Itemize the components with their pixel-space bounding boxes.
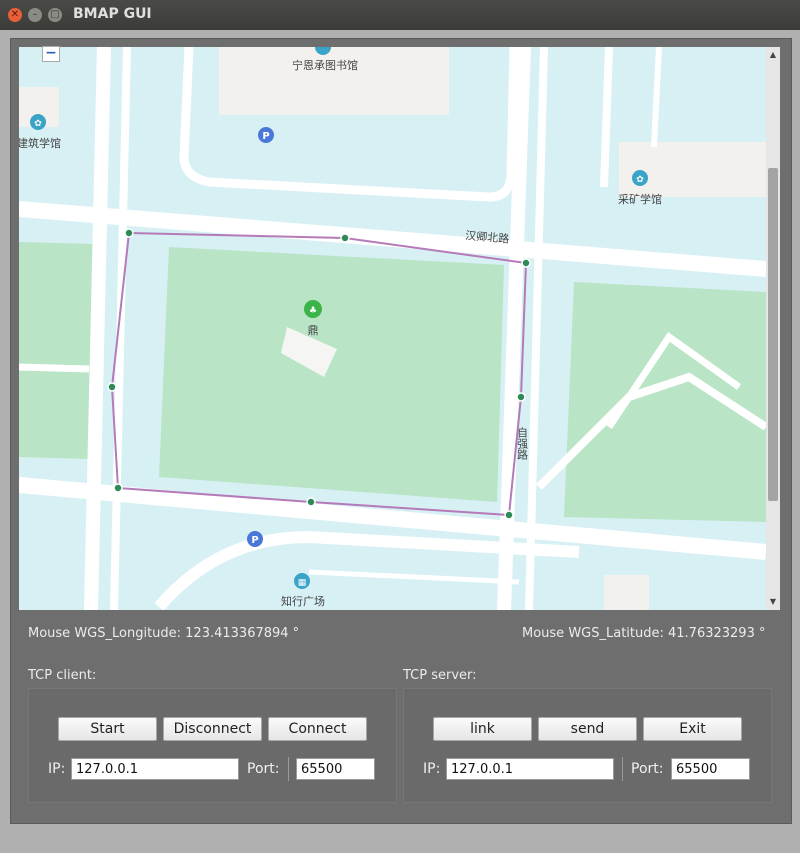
server-port-label: Port: [631, 761, 664, 777]
library-building [219, 47, 449, 115]
library-label: 宁恩承图书馆 [292, 58, 358, 72]
zhixing-label: 知行广场 [281, 594, 325, 608]
maximize-icon[interactable]: □ [48, 8, 62, 22]
park-area [159, 247, 504, 502]
mining-building [619, 142, 766, 197]
minimize-icon[interactable]: – [28, 8, 42, 22]
route-marker[interactable] [521, 258, 531, 268]
title-bar: ✕ – □ BMAP GUI [0, 0, 800, 30]
client-ip-field[interactable]: 127.0.0.1 [71, 758, 239, 780]
server-ip-field[interactable]: 127.0.0.1 [446, 758, 614, 780]
scrollbar-thumb[interactable] [768, 168, 778, 501]
mining-label: 采矿学馆 [618, 192, 662, 206]
parking-icon[interactable]: P [258, 127, 274, 143]
map-view[interactable]: P P ✿ ✿ ♣ ▦ 宁恩承图书馆 建筑学馆 采矿学馆 汉卿北路 鼎 自强路 … [19, 47, 766, 610]
tcp-client-group [28, 688, 397, 803]
tcp-server-group [403, 688, 772, 803]
svg-text:P: P [262, 131, 269, 142]
client-port-field[interactable]: 65500 [296, 758, 375, 780]
ding-label: 鼎 [308, 324, 319, 337]
bottom-building [604, 575, 649, 610]
tcp-server-title: TCP server: [403, 668, 477, 683]
exit-button[interactable]: Exit [643, 717, 742, 741]
server-port-field[interactable]: 65500 [671, 758, 750, 780]
route-marker[interactable] [306, 497, 316, 507]
route-marker[interactable] [124, 228, 134, 238]
disconnect-button[interactable]: Disconnect [163, 717, 262, 741]
parking-icon[interactable]: P [247, 531, 263, 547]
link-button[interactable]: link [433, 717, 532, 741]
svg-text:▦: ▦ [298, 578, 307, 588]
svg-text:P: P [251, 535, 258, 546]
road-label-ziqiang: 自强路 [516, 427, 529, 461]
route-marker[interactable] [516, 392, 526, 402]
scroll-down-icon[interactable]: ▼ [766, 596, 780, 608]
server-port-separator [622, 757, 623, 781]
route-marker[interactable] [340, 233, 350, 243]
route-marker[interactable] [107, 382, 117, 392]
scroll-up-icon[interactable]: ▲ [766, 49, 780, 61]
latitude-readout: Mouse WGS_Latitude: 41.76323293 ° [522, 626, 766, 641]
zoom-out-button[interactable]: − [42, 46, 60, 62]
school-icon[interactable]: ✿ [30, 114, 46, 130]
svg-text:✿: ✿ [34, 119, 42, 129]
server-ip-label: IP: [423, 761, 441, 777]
svg-text:♣: ♣ [309, 306, 317, 316]
architecture-label: 建筑学馆 [19, 136, 61, 150]
landmark-icon[interactable]: ♣ [304, 300, 322, 318]
map-canvas[interactable]: P P ✿ ✿ ♣ ▦ 宁恩承图书馆 建筑学馆 采矿学馆 汉卿北路 鼎 自强路 … [19, 47, 766, 610]
route-marker[interactable] [504, 510, 514, 520]
send-button[interactable]: send [538, 717, 637, 741]
client-ip-label: IP: [48, 761, 66, 777]
park-area-right [564, 282, 766, 522]
square-icon[interactable]: ▦ [294, 573, 310, 589]
school-icon[interactable]: ✿ [632, 170, 648, 186]
close-icon[interactable]: ✕ [8, 8, 22, 22]
svg-text:✿: ✿ [636, 175, 644, 185]
start-button[interactable]: Start [58, 717, 157, 741]
map-scrollbar[interactable]: ▲ ▼ [766, 47, 780, 610]
window-title: BMAP GUI [73, 6, 152, 22]
tcp-client-title: TCP client: [28, 668, 97, 683]
route-marker[interactable] [113, 483, 123, 493]
park-area-left [19, 242, 94, 459]
client-port-separator [288, 757, 289, 781]
longitude-readout: Mouse WGS_Longitude: 123.413367894 ° [28, 626, 300, 641]
client-port-label: Port: [247, 761, 280, 777]
connect-button[interactable]: Connect [268, 717, 367, 741]
